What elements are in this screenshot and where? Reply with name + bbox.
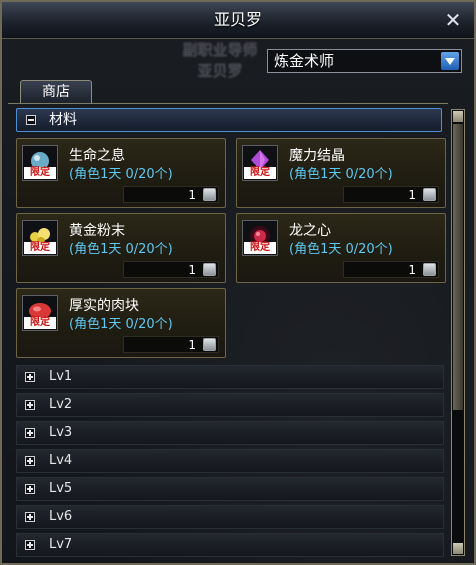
window-title: 亚贝罗 [213, 10, 262, 29]
watermark-line1: 副职业导师 [182, 41, 258, 59]
stepper-icon[interactable] [203, 338, 216, 351]
level-label: Lv7 [49, 537, 73, 552]
quantity-value: 1 [188, 263, 196, 277]
item-limit: (角色1天 0/20个) [289, 167, 393, 182]
item-limit: (角色1天 0/20个) [69, 167, 173, 182]
stepper-icon[interactable] [203, 263, 216, 276]
gold-powder-icon: 限定 [22, 220, 58, 256]
limited-badge: 限定 [244, 242, 276, 254]
item-limit: (角色1天 0/20个) [69, 317, 173, 332]
quantity-value: 1 [188, 188, 196, 202]
level-row-lv1[interactable]: Lv1 [16, 365, 444, 389]
quantity-value: 1 [408, 188, 416, 202]
expand-icon [25, 456, 35, 466]
quantity-value: 1 [408, 263, 416, 277]
scroll-down-icon[interactable] [453, 543, 463, 554]
level-row-lv6[interactable]: Lv6 [16, 505, 444, 529]
item-name: 龙之心 [289, 223, 331, 239]
quantity-value: 1 [188, 338, 196, 352]
limited-badge: 限定 [244, 167, 276, 179]
expand-icon [25, 400, 35, 410]
expand-icon [25, 484, 35, 494]
level-label: Lv6 [49, 509, 73, 524]
scroll-thumb[interactable] [453, 124, 463, 410]
item-name: 魔力结晶 [289, 148, 345, 164]
level-row-lv5[interactable]: Lv5 [16, 477, 444, 501]
level-label: Lv3 [49, 425, 73, 440]
meat-icon: 限定 [22, 295, 58, 331]
chevron-down-icon[interactable] [441, 52, 459, 70]
level-row-lv4[interactable]: Lv4 [16, 449, 444, 473]
shop-item[interactable]: 限定 龙之心 (角色1天 0/20个) 1 [236, 213, 446, 283]
quantity-field[interactable]: 1 [343, 186, 439, 203]
stepper-icon[interactable] [423, 263, 436, 276]
stepper-icon[interactable] [423, 188, 436, 201]
crystal-icon: 限定 [242, 145, 278, 181]
expand-icon [25, 428, 35, 438]
job-select-dropdown[interactable]: 炼金术师 [267, 49, 462, 73]
close-icon[interactable]: ✕ [442, 8, 464, 32]
shop-item[interactable]: 限定 魔力结晶 (角色1天 0/20个) 1 [236, 138, 446, 208]
section-label: 材料 [49, 112, 77, 128]
shop-item[interactable]: 限定 黄金粉末 (角色1天 0/20个) 1 [16, 213, 226, 283]
quantity-field[interactable]: 1 [123, 261, 219, 278]
shop-window: 亚贝罗 ✕ 副职业导师 亚贝罗 炼金术师 商店 材料 限定 生命之息 (角色1天… [0, 0, 476, 565]
npc-watermark: 副职业导师 亚贝罗 [160, 40, 280, 86]
title-bar[interactable]: 亚贝罗 ✕ [2, 2, 474, 39]
potion-icon: 限定 [22, 145, 58, 181]
item-limit: (角色1天 0/20个) [69, 242, 173, 257]
shop-item[interactable]: 限定 生命之息 (角色1天 0/20个) 1 [16, 138, 226, 208]
level-row-lv7[interactable]: Lv7 [16, 533, 444, 557]
quantity-field[interactable]: 1 [343, 261, 439, 278]
shop-content: 材料 限定 生命之息 (角色1天 0/20个) 1 限定 魔力结晶 (角色1天 … [16, 108, 446, 559]
item-name: 生命之息 [69, 148, 125, 164]
limited-badge: 限定 [24, 242, 56, 254]
level-label: Lv4 [49, 453, 73, 468]
expand-icon [25, 540, 35, 550]
item-name: 黄金粉末 [69, 223, 125, 239]
scrollbar[interactable] [451, 109, 465, 556]
level-label: Lv5 [49, 481, 73, 496]
expand-icon [25, 372, 35, 382]
job-select-value: 炼金术师 [274, 52, 335, 70]
level-label: Lv1 [49, 369, 73, 384]
item-limit: (角色1天 0/20个) [289, 242, 393, 257]
stepper-icon[interactable] [203, 188, 216, 201]
level-row-lv2[interactable]: Lv2 [16, 393, 444, 417]
watermark-line2: 亚贝罗 [197, 62, 243, 80]
level-label: Lv2 [49, 397, 73, 412]
dragon-heart-icon: 限定 [242, 220, 278, 256]
collapse-icon [26, 115, 36, 125]
tab-divider [8, 103, 448, 104]
expand-icon [25, 512, 35, 522]
limited-badge: 限定 [24, 317, 56, 329]
limited-badge: 限定 [24, 167, 56, 179]
item-name: 厚实的肉块 [69, 298, 139, 314]
quantity-field[interactable]: 1 [123, 186, 219, 203]
tab-shop[interactable]: 商店 [20, 80, 92, 104]
section-header-materials[interactable]: 材料 [16, 108, 442, 132]
quantity-field[interactable]: 1 [123, 336, 219, 353]
scroll-up-icon[interactable] [453, 111, 463, 122]
shop-item[interactable]: 限定 厚实的肉块 (角色1天 0/20个) 1 [16, 288, 226, 358]
level-row-lv3[interactable]: Lv3 [16, 421, 444, 445]
